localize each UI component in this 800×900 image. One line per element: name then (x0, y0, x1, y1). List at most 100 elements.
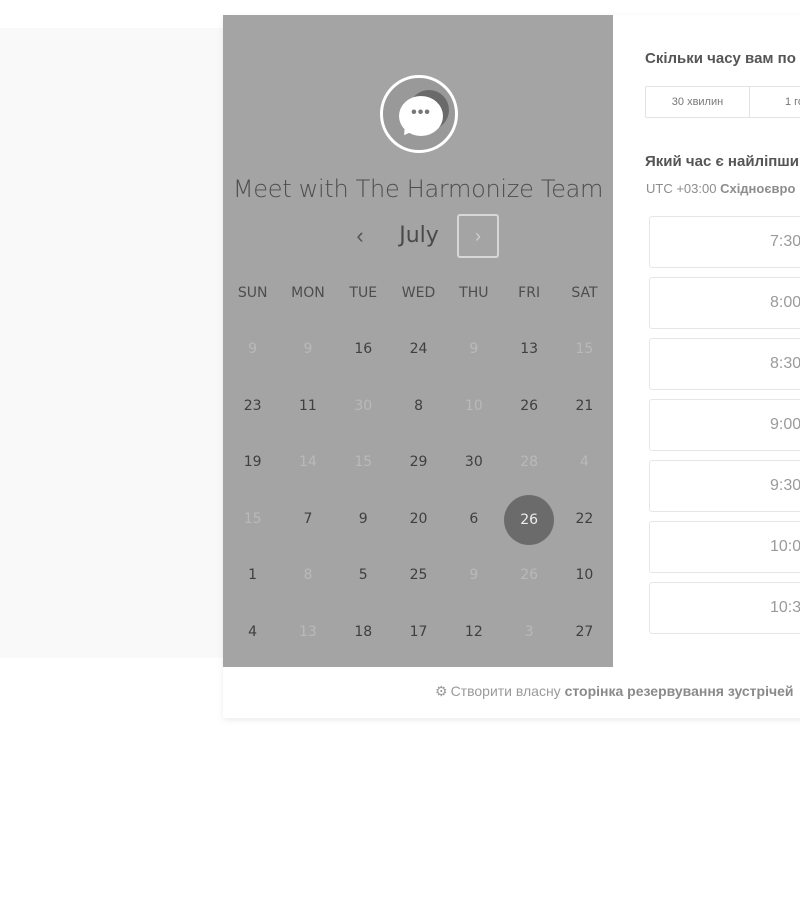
day-cell: 14 (280, 438, 335, 495)
day-cell[interactable]: 9 (336, 495, 391, 552)
time-slot-button[interactable]: 8:00 (649, 277, 800, 329)
footer: ⚙ Створити власну сторінка резервування з… (223, 667, 800, 718)
day-number: 13 (520, 341, 539, 357)
duration-option[interactable]: 30 хвилин (646, 87, 750, 117)
selected-day-cell[interactable]: 26 (501, 494, 556, 552)
day-cell: 28 (501, 438, 556, 495)
day-number: 9 (358, 510, 368, 527)
day-number: 13 (299, 623, 317, 640)
day-number: 21 (575, 397, 594, 414)
create-page-link[interactable]: ⚙ Створити власну сторінка резервування з… (435, 683, 794, 700)
timezone-selector[interactable]: UTC +03:00 Східноєвро (646, 181, 795, 196)
day-cell: 10 (446, 382, 501, 439)
day-number: 24 (409, 341, 428, 357)
day-cell[interactable]: 12 (446, 608, 501, 665)
team-logo: ••• (380, 75, 458, 153)
time-question: Який час є найліпши (645, 153, 800, 170)
day-number: 6 (469, 510, 479, 527)
day-cell[interactable]: 11 (280, 382, 335, 439)
day-number: 23 (243, 397, 262, 414)
day-cell[interactable]: 29 (391, 438, 446, 495)
day-number: 9 (469, 567, 479, 583)
day-number: 1 (248, 567, 258, 583)
time-slot-button[interactable]: 10:00 (649, 521, 800, 573)
day-number: 22 (575, 510, 594, 527)
day-cell: 8 (280, 551, 335, 608)
day-cell: 15 (225, 495, 280, 552)
day-cell: 4 (557, 438, 612, 495)
day-number: 12 (464, 623, 483, 640)
prev-month-button[interactable]: ‹ (347, 214, 373, 258)
duration-option[interactable]: 1 го (750, 87, 800, 117)
time-slot-button[interactable]: 7:30 (649, 216, 800, 268)
day-cell[interactable]: 4 (225, 608, 280, 665)
day-number: 18 (354, 623, 373, 640)
day-cell[interactable]: 19 (225, 438, 280, 495)
duration-question: Скільки часу вам по (645, 50, 796, 67)
day-number: 28 (520, 454, 539, 470)
day-cell[interactable]: 8 (391, 382, 446, 439)
timezone-offset: UTC +03:00 (646, 181, 721, 196)
day-number: 7 (303, 510, 313, 527)
day-cell[interactable]: 21 (557, 382, 612, 439)
day-cell[interactable]: 18 (336, 608, 391, 665)
footer-prefix: Створити власну (450, 683, 565, 699)
day-cell[interactable]: 20 (391, 495, 446, 552)
day-cell: 9 (280, 325, 335, 382)
day-grid: 9 9 16 24 9 13 15 23 11 30 8 10 26 21 19 14 15 29 30 28 4 15 7… (225, 325, 611, 664)
day-cell[interactable]: 6 (446, 495, 501, 552)
time-slot-button[interactable]: 10:30 (649, 582, 800, 634)
day-number: 17 (409, 623, 428, 640)
day-cell[interactable]: 26 (501, 382, 556, 439)
day-number: 11 (299, 397, 317, 414)
weekday-label: MON (291, 285, 325, 301)
weekday-header: SUN MON TUE WED THU FRI SAT (225, 285, 611, 305)
day-cell[interactable]: 22 (557, 495, 612, 552)
day-number: 30 (464, 454, 483, 470)
weekday-label: FRI (518, 285, 541, 301)
day-number: 26 (520, 567, 539, 583)
day-cell[interactable]: 16 (336, 325, 391, 382)
meetings-card: ••• Meet with The Harmonize Team ‹ July … (223, 15, 800, 718)
day-number: 10 (464, 397, 483, 414)
day-cell[interactable]: 10 (557, 551, 612, 608)
day-cell[interactable]: 23 (225, 382, 280, 439)
day-number: 9 (469, 341, 479, 357)
weekday-label: WED (401, 285, 436, 301)
day-number: 9 (303, 341, 313, 357)
day-number: 20 (409, 510, 428, 527)
time-slot-button[interactable]: 9:30 (649, 460, 800, 512)
day-cell[interactable]: 7 (280, 495, 335, 552)
ellipsis-icon: ••• (411, 104, 431, 121)
day-number: 27 (575, 623, 594, 640)
day-cell[interactable]: 27 (557, 608, 612, 665)
day-number: 5 (358, 567, 368, 583)
day-cell[interactable]: 13 (501, 325, 556, 382)
time-slot-button[interactable]: 8:30 (649, 338, 800, 390)
weekday-label: THU (459, 285, 489, 301)
time-slot-label: 8:30 (770, 355, 800, 372)
footer-link-text: сторінка резервування зустрічей (564, 683, 794, 699)
day-cell: 26 (501, 551, 556, 608)
day-cell[interactable]: 25 (391, 551, 446, 608)
weekday-label: SUN (237, 285, 268, 301)
day-cell: 13 (280, 608, 335, 665)
day-number: 4 (579, 454, 589, 470)
day-number: 8 (303, 567, 313, 583)
duration-selector: 30 хвилин 1 го (645, 86, 800, 118)
day-number: 29 (409, 454, 428, 470)
day-number: 4 (248, 623, 258, 640)
day-cell[interactable]: 5 (336, 551, 391, 608)
day-cell[interactable]: 24 (391, 325, 446, 382)
next-month-button[interactable]: › (457, 214, 499, 258)
day-cell: 30 (336, 382, 391, 439)
day-cell[interactable]: 30 (446, 438, 501, 495)
day-cell[interactable]: 17 (391, 608, 446, 665)
day-number: 19 (243, 454, 262, 470)
day-cell[interactable]: 1 (225, 551, 280, 608)
time-slot-button[interactable]: 9:00 (649, 399, 800, 451)
time-slot-label: 9:00 (770, 416, 800, 433)
calendar-panel: ••• Meet with The Harmonize Team ‹ July … (223, 15, 613, 667)
day-number: 15 (354, 454, 373, 470)
time-slot-label: 9:30 (770, 477, 800, 494)
